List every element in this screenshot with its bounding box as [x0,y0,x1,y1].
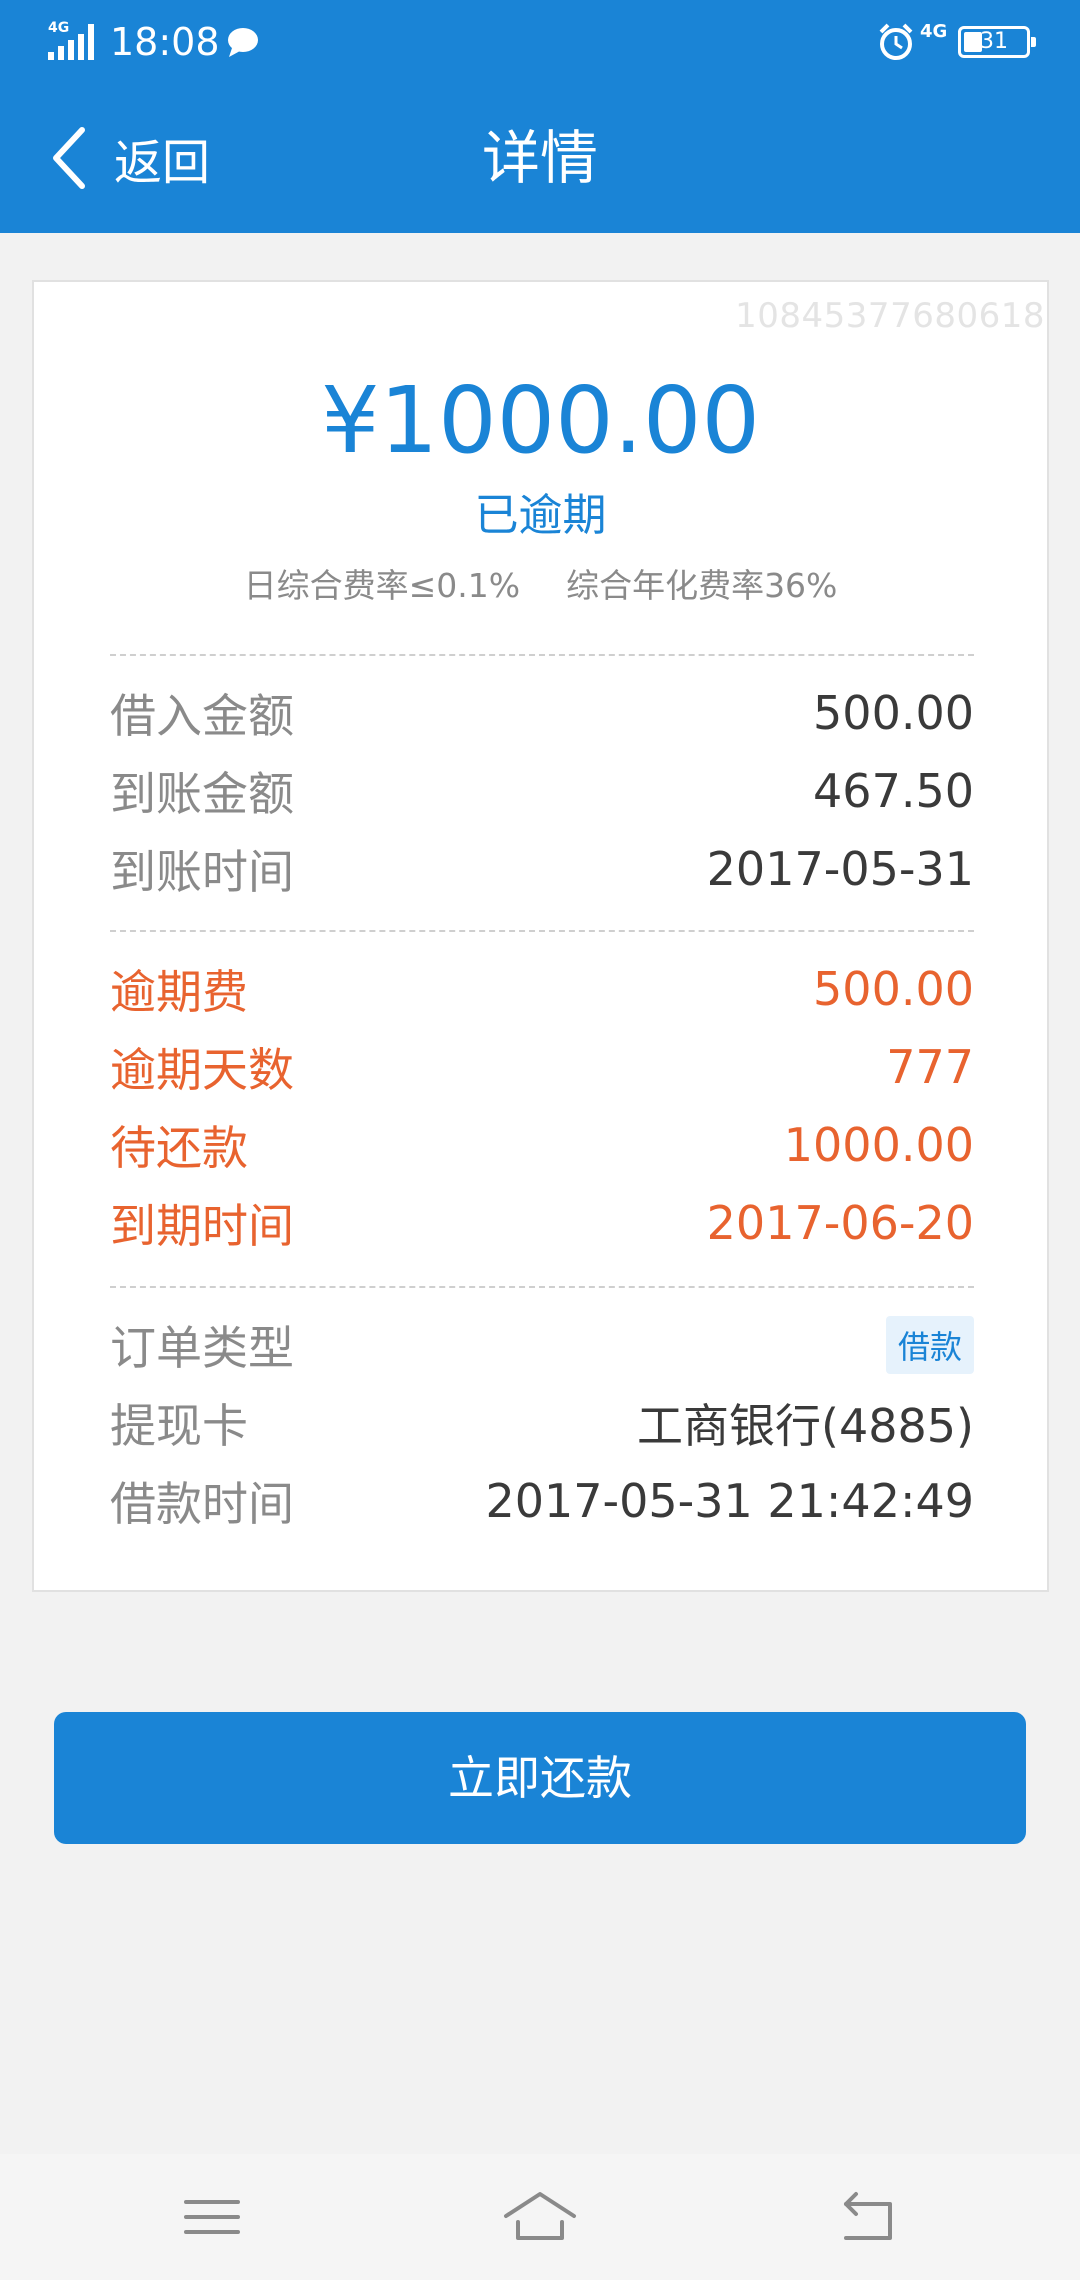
loan-status: 已逾期 [474,490,607,541]
detail-row-order-type: 订单类型 借款 [110,1306,974,1384]
signal-icon: 4G [48,20,94,60]
page-title: 详情 [481,124,598,192]
detail-row-borrowed: 借入金额 500.00 [110,686,974,743]
message-icon [228,28,258,57]
menu-button[interactable] [172,2182,252,2252]
back-nav-button[interactable] [828,2182,908,2252]
annual-rate: 综合年化费率36% [566,566,838,605]
divider [110,1286,974,1288]
rate-info: 日综合费率≤0.1% 综合年化费率36% [34,564,1047,608]
network-type: 4G [920,21,948,42]
total-amount: ¥1000.00 [321,367,760,474]
status-time: 18:08 [110,20,220,64]
detail-row-overdue-fee: 逾期费 500.00 [110,962,974,1019]
detail-row-pending-repayment: 待还款 1000.00 [110,1118,974,1175]
daily-rate: 日综合费率≤0.1% [243,566,521,605]
detail-row-overdue-days: 逾期天数 777 [110,1040,974,1097]
system-nav-bar [0,2154,1080,2280]
detail-row-withdraw-card: 提现卡 工商银行(4885) [110,1399,974,1453]
repay-now-button[interactable]: 立即还款 [54,1712,1026,1844]
order-id: 108453776806​18 [735,296,1045,336]
top-bar: 4G 18:08 4G 31 返回 详情 [0,0,1080,233]
back-arrow-icon [844,2192,892,2240]
home-icon [504,2192,576,2240]
detail-row-loan-time: 借款时间 2017-05-31 21:42:49 [110,1474,974,1531]
menu-icon [184,2200,240,2234]
svg-text:4G: 4G [48,20,69,36]
order-type-badge: 借款 [885,1316,974,1374]
loan-detail-card: 108453776806​18 ¥1000.00 已逾期 日综合费率≤0.1% 综… [32,280,1049,1592]
detail-row-received: 到账金额 467.50 [110,764,974,821]
divider [110,930,974,932]
alarm-icon [879,23,913,60]
status-bar: 4G 18:08 4G 31 [0,0,1080,84]
home-button[interactable] [500,2182,580,2252]
battery-level: 31 [980,29,1008,54]
battery-icon: 31 [958,26,1036,58]
detail-row-received-time: 到账时间 2017-05-31 [110,842,974,899]
divider [110,654,974,656]
detail-row-due-date: 到期时间 2017-06-20 [110,1196,974,1253]
